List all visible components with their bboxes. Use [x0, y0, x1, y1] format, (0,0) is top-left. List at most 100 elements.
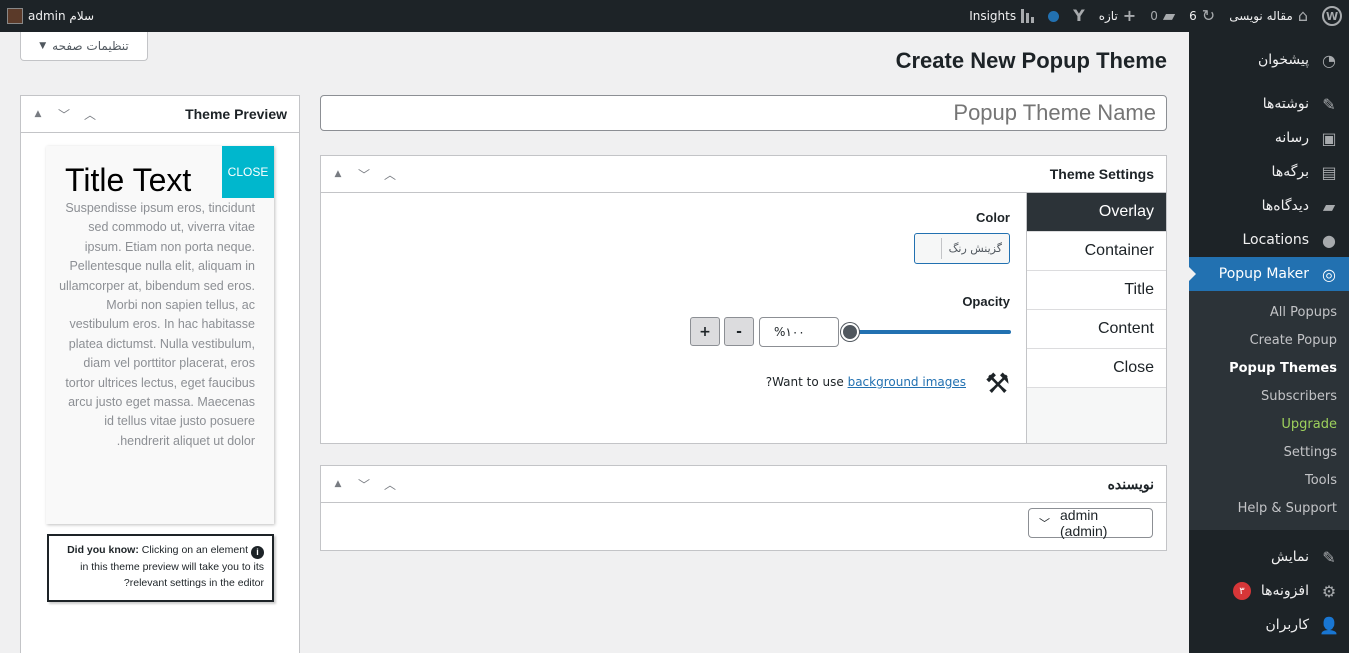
opacity-slider-track — [841, 330, 1011, 334]
yoast-icon: Y — [1073, 6, 1085, 25]
settings-tabs: Overlay Container Title Content Close — [1026, 193, 1166, 443]
sidebar-item-users[interactable]: 👤 کاربران — [1189, 608, 1349, 642]
popup-maker-submenu: All Popups Create Popup Popup Themes Sub… — [1189, 291, 1349, 530]
sidebar-item-label: دیدگاه‌ها — [1261, 198, 1309, 214]
preview-popup[interactable]: Title Text CLOSE Suspendisse ipsum eros,… — [46, 146, 274, 524]
tools-icon: ⚒ — [984, 367, 1010, 400]
color-picker-button[interactable]: گزینش رنگ — [914, 233, 1010, 264]
author-box-header: ▲ ﹀ ︿ نویسنده — [321, 466, 1166, 503]
sidebar-item-dashboard[interactable]: ◔ پیشخوان — [1189, 43, 1349, 77]
notification-menu[interactable] — [1041, 0, 1066, 32]
author-box: ▲ ﹀ ︿ نویسنده admin (admin) ﹀ — [320, 465, 1167, 551]
submenu-upgrade[interactable]: Upgrade — [1189, 410, 1349, 438]
background-images-link[interactable]: background images — [848, 375, 966, 389]
submenu-help-support[interactable]: Help & Support — [1189, 494, 1349, 522]
color-picker-label: گزینش رنگ — [940, 238, 1009, 259]
theme-name-input[interactable] — [320, 95, 1167, 131]
screen-options-button[interactable]: تنظیمات صفحه ▼ — [20, 32, 148, 61]
author-box-title: نویسنده — [1107, 475, 1154, 492]
comment-icon: ▰ — [1162, 6, 1176, 25]
updates-count: 6 — [1189, 9, 1197, 23]
comment-icon: ▰ — [1322, 196, 1336, 216]
site-name-menu[interactable]: ⌂ مقاله نویسی — [1222, 0, 1315, 32]
comments-menu[interactable]: ▰ 0 — [1143, 0, 1182, 32]
preview-close-button[interactable]: CLOSE — [222, 146, 274, 198]
sidebar-item-label: پیشخوان — [1257, 52, 1309, 68]
sidebar-item-popup-maker[interactable]: ◎ Popup Maker — [1188, 257, 1349, 291]
opacity-slider[interactable] — [841, 322, 1011, 342]
sidebar-item-label: Popup Maker — [1218, 266, 1309, 282]
chevron-up-icon[interactable]: ︿ — [381, 476, 399, 493]
sidebar-item-comments[interactable]: ▰ دیدگاه‌ها — [1189, 189, 1349, 223]
insights-label: Insights — [969, 9, 1017, 23]
opacity-slider-thumb[interactable] — [841, 323, 859, 341]
insights-bars-icon — [1021, 9, 1035, 23]
sidebar-item-label: افزونه‌ها — [1260, 583, 1309, 599]
pages-icon: ▤ — [1321, 162, 1337, 182]
sidebar-item-pages[interactable]: ▤ برگه‌ها — [1189, 155, 1349, 189]
sidebar-item-plugins[interactable]: ⚙ افزونه‌ها ۳ — [1189, 574, 1349, 608]
dashboard-icon: ◔ — [1322, 50, 1336, 70]
insights-menu[interactable]: Insights — [962, 0, 1041, 32]
plugins-update-badge: ۳ — [1232, 582, 1251, 600]
wp-logo-menu[interactable]: W — [1315, 0, 1349, 32]
sidebar-item-appearance[interactable]: ✎ نمایش — [1189, 540, 1349, 574]
pin-icon: ✎ — [1322, 94, 1336, 114]
triangle-up-icon[interactable]: ▲ — [329, 479, 347, 489]
submenu-subscribers[interactable]: Subscribers — [1189, 382, 1349, 410]
theme-preview-title: Theme Preview — [185, 106, 287, 122]
screen-options-label: تنظیمات صفحه — [52, 39, 129, 53]
chevron-up-icon[interactable]: ︿ — [81, 106, 99, 123]
author-select-value: admin (admin) — [1060, 507, 1108, 539]
submenu-popup-themes[interactable]: Popup Themes — [1189, 354, 1349, 382]
sidebar-item-media[interactable]: ▣ رسانه — [1189, 121, 1349, 155]
submenu-tools[interactable]: Tools — [1189, 466, 1349, 494]
submenu-settings[interactable]: Settings — [1189, 438, 1349, 466]
wordpress-icon: W — [1322, 6, 1342, 26]
chevron-down-icon[interactable]: ﹀ — [55, 106, 73, 123]
chevron-down-icon[interactable]: ﹀ — [355, 476, 373, 493]
submenu-create-popup[interactable]: Create Popup — [1189, 326, 1349, 354]
preview-popup-title[interactable]: Title Text — [65, 162, 191, 199]
tip-title: Did you know: — [67, 544, 139, 556]
tab-close[interactable]: Close — [1027, 349, 1166, 388]
new-content-menu[interactable]: + تازه — [1092, 0, 1143, 32]
theme-settings-header: ▲ ﹀ ︿ Theme Settings — [321, 156, 1166, 193]
yoast-menu[interactable]: Y — [1066, 0, 1092, 32]
chevron-down-icon[interactable]: ﹀ — [355, 166, 373, 183]
my-account-menu[interactable]: سلام admin — [0, 0, 101, 32]
sidebar-item-label: Locations — [1242, 232, 1309, 248]
preview-popup-content[interactable]: Suspendisse ipsum eros, tincidunt sed co… — [56, 199, 255, 451]
triangle-down-icon: ▼ — [39, 41, 47, 51]
home-icon: ⌂ — [1297, 6, 1308, 25]
tab-content[interactable]: Content — [1027, 310, 1166, 349]
triangle-up-icon[interactable]: ▲ — [29, 109, 47, 119]
theme-settings-box: ▲ ﹀ ︿ Theme Settings Overlay Container T… — [320, 155, 1167, 444]
admin-bar: W ⌂ مقاله نویسی ↻ 6 ▰ 0 + تازه Y Insights سل… — [0, 0, 1349, 32]
new-label: تازه — [1098, 9, 1118, 23]
opacity-number-input[interactable]: %۱۰۰ — [759, 317, 839, 347]
opacity-minus-button[interactable]: - — [724, 317, 754, 346]
sidebar-item-label: نوشته‌ها — [1262, 96, 1309, 112]
page-title: Create New Popup Theme — [895, 48, 1167, 73]
opacity-value: %۱۰۰ — [774, 325, 805, 339]
opacity-plus-button[interactable]: + — [690, 317, 720, 346]
tab-title[interactable]: Title — [1027, 271, 1166, 310]
location-pin-icon: ● — [1322, 230, 1336, 250]
chevron-up-icon[interactable]: ︿ — [381, 166, 399, 183]
author-select[interactable]: admin (admin) ﹀ — [1028, 507, 1153, 539]
opacity-label: Opacity — [962, 294, 1010, 309]
popup-maker-icon: ◎ — [1322, 264, 1336, 284]
submenu-all-popups[interactable]: All Popups — [1189, 298, 1349, 326]
background-images-note: Want to use background images? — [766, 375, 966, 389]
plugin-icon: ⚙ — [1321, 581, 1337, 601]
account-greeting: سلام admin — [28, 9, 95, 23]
info-icon: i — [251, 545, 264, 559]
media-icon: ▣ — [1321, 128, 1337, 148]
triangle-up-icon[interactable]: ▲ — [329, 169, 347, 179]
tab-container[interactable]: Container — [1027, 232, 1166, 271]
sidebar-item-locations[interactable]: ● Locations — [1189, 223, 1349, 257]
updates-menu[interactable]: ↻ 6 — [1182, 0, 1222, 32]
tab-overlay[interactable]: Overlay — [1027, 193, 1166, 232]
sidebar-item-posts[interactable]: ✎ نوشته‌ها — [1189, 87, 1349, 121]
